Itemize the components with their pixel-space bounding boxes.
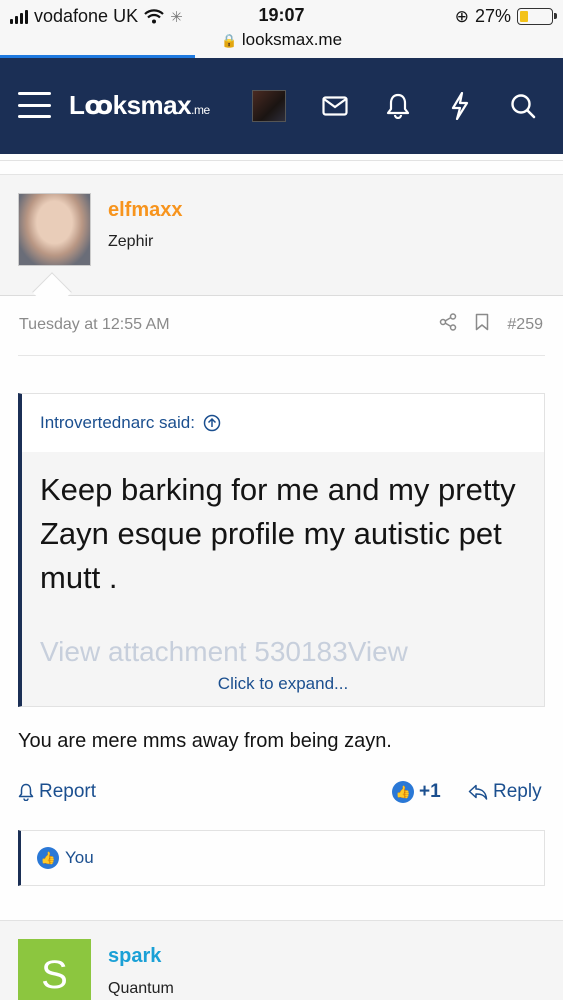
bookmark-icon[interactable] [475, 313, 489, 336]
reacted-by[interactable]: You [65, 848, 94, 868]
lock-icon: 🔒 [220, 33, 238, 48]
user-title: Quantum [108, 980, 174, 997]
rotation-lock-icon: ⊕ [454, 6, 469, 26]
avatar[interactable]: S [18, 939, 91, 1000]
username[interactable]: elfmaxx [108, 199, 183, 222]
post-user-header: elfmaxx Zephir [0, 174, 563, 296]
bolt-icon[interactable] [443, 88, 477, 124]
battery-percent: 27% [474, 6, 511, 26]
quote-text: Keep barking for me and my pretty Zayn e… [40, 472, 516, 595]
quote-faded-attachment: View attachment 530183View [40, 636, 408, 667]
bell-icon[interactable] [381, 88, 415, 124]
user-title: Zephir [108, 233, 154, 250]
site-navbar: Lꝏksmax.me [0, 58, 563, 154]
next-post-user-header: S spark Quantum [0, 921, 563, 1000]
divider [18, 355, 545, 356]
reply-arrow-icon [468, 784, 488, 800]
account-avatar[interactable] [252, 90, 286, 122]
quote-author[interactable]: Introvertednarc said: [40, 413, 195, 433]
report-button[interactable]: Report [18, 781, 96, 803]
bell-icon [18, 783, 34, 801]
expand-quote-button[interactable]: Click to expand... [22, 666, 544, 706]
post-content: You are mere mms away from being zayn. [18, 730, 392, 752]
quote-block: Introvertednarc said: Keep barking for m… [18, 393, 545, 707]
status-right: ⊕ 27% [454, 6, 557, 27]
battery-icon [517, 8, 557, 25]
like-button[interactable]: 👍 +1 [392, 781, 441, 803]
like-count: +1 [419, 781, 441, 802]
reply-button[interactable]: Reply [468, 781, 542, 803]
avatar[interactable] [18, 193, 91, 266]
username[interactable]: spark [108, 945, 161, 968]
post-number[interactable]: #259 [507, 316, 543, 334]
inbox-icon[interactable] [318, 88, 352, 124]
share-icon[interactable] [439, 313, 457, 336]
status-bar: vodafone UK ✳ 19:07 🔒 looksmax.me ⊕ 27% [0, 0, 563, 58]
jump-up-icon[interactable] [203, 414, 221, 432]
quote-header[interactable]: Introvertednarc said: [22, 394, 544, 452]
url-text: looksmax.me [241, 30, 343, 49]
divider [0, 160, 563, 161]
url-bar[interactable]: 🔒 looksmax.me [0, 30, 563, 50]
quote-body: Keep barking for me and my pretty Zayn e… [22, 452, 544, 706]
thumbs-up-icon: 👍 [37, 847, 59, 869]
menu-icon[interactable] [18, 92, 51, 118]
search-icon[interactable] [506, 88, 540, 124]
reactions-bar[interactable]: 👍 You [18, 830, 545, 886]
site-logo[interactable]: Lꝏksmax.me [69, 90, 210, 121]
post-meta-actions: #259 [439, 313, 543, 336]
post-timestamp[interactable]: Tuesday at 12:55 AM [19, 316, 170, 334]
thumbs-up-icon: 👍 [392, 781, 414, 803]
post-actions: Report 👍 +1 Reply [18, 781, 545, 809]
